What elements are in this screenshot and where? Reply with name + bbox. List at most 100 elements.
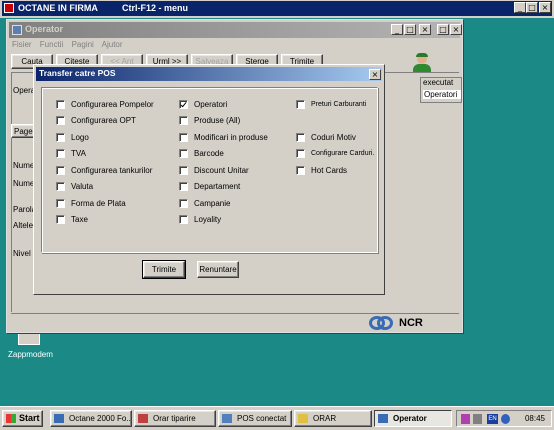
- send-button[interactable]: Trimite: [142, 260, 186, 279]
- checkbox-box[interactable]: [179, 149, 188, 158]
- checkbox-label: Taxe: [71, 215, 88, 224]
- operator-window-titlebar[interactable]: Operator _ □ × □ ×: [9, 22, 462, 38]
- checkbox-configurarea-pompelor[interactable]: Configurarea Pompelor: [56, 98, 154, 110]
- close-icon[interactable]: ×: [539, 2, 551, 13]
- outer-restore-icon[interactable]: □: [437, 24, 449, 35]
- checkbox-box[interactable]: [296, 132, 305, 142]
- network-icon[interactable]: [501, 414, 510, 424]
- checkbox-produse-all[interactable]: Produse (All): [179, 115, 240, 127]
- outer-close-icon[interactable]: ×: [450, 24, 462, 35]
- checkbox-box[interactable]: [179, 215, 188, 224]
- zappmodem-icon[interactable]: [18, 331, 40, 345]
- checkbox-label: Discount Unitar: [194, 165, 249, 175]
- menu-fisier[interactable]: Fisier: [12, 40, 32, 49]
- menu-bar: Fisier Functii Pagini Ajutor: [12, 40, 129, 52]
- checkbox-label: Campanie: [194, 198, 231, 208]
- checkbox-box[interactable]: [56, 99, 65, 109]
- menu-pagini[interactable]: Pagini: [72, 40, 94, 49]
- dialog-titlebar[interactable]: Transfer catre POS: [36, 67, 382, 81]
- checkbox-box[interactable]: [56, 215, 65, 224]
- app-icon: [222, 414, 232, 423]
- app-icon: [54, 414, 64, 423]
- task-orar-tiparire[interactable]: Orar tiparire: [134, 410, 216, 427]
- checkbox-group: Configurarea Pompelor Configurarea OPT Log…: [41, 87, 378, 253]
- side-label: Altele: [13, 221, 34, 230]
- side-label: Opera: [13, 86, 36, 95]
- checkbox-box[interactable]: [179, 198, 188, 208]
- minimize-icon[interactable]: _: [391, 24, 403, 35]
- dialog-title: Transfer catre POS: [39, 68, 116, 78]
- checkbox-loyality[interactable]: Loyality: [179, 214, 221, 226]
- checkbox-box[interactable]: [56, 116, 65, 125]
- cancel-button[interactable]: Renuntare: [197, 261, 239, 278]
- checkbox-departament[interactable]: Departament: [179, 181, 240, 193]
- checkbox-box[interactable]: [56, 149, 65, 158]
- background-window-titlebar[interactable]: OCTANE IN FIRMA Ctrl-F12 - menu _ □ ×: [2, 1, 552, 16]
- panel-item-operatori[interactable]: Operatori: [423, 90, 461, 99]
- tray-app-icon[interactable]: [461, 414, 470, 424]
- system-tray: EN 08:45: [456, 410, 552, 427]
- checkbox-box[interactable]: [179, 99, 188, 109]
- checkbox-box[interactable]: [296, 149, 305, 158]
- checkbox-label: Logo: [71, 132, 89, 142]
- checkbox-hot-cards[interactable]: Hot Cards: [296, 164, 347, 176]
- background-window-shortcut: Ctrl-F12 - menu: [122, 3, 189, 13]
- checkbox-discount-unitar[interactable]: Discount Unitar: [179, 164, 249, 176]
- task-operator[interactable]: Operator: [374, 410, 452, 427]
- close-icon[interactable]: ×: [419, 24, 431, 35]
- checkbox-box[interactable]: [56, 198, 65, 208]
- checkbox-tva[interactable]: TVA: [56, 148, 86, 160]
- checkbox-box[interactable]: [56, 182, 65, 191]
- operator-window-title: Operator: [25, 24, 64, 34]
- checkbox-box[interactable]: [296, 99, 305, 109]
- checkbox-taxe[interactable]: Taxe: [56, 214, 88, 226]
- checkbox-label: Configurarea Pompelor: [71, 99, 154, 109]
- ncr-logo: NCR: [369, 316, 449, 330]
- checkbox-label: Produse (All): [194, 116, 241, 125]
- volume-icon[interactable]: [473, 414, 482, 424]
- checkbox-box[interactable]: [56, 165, 65, 175]
- checkbox-configurarea-opt[interactable]: Configurarea OPT: [56, 115, 136, 127]
- app-icon: [378, 414, 388, 423]
- task-octane[interactable]: Octane 2000 Fo...: [50, 410, 132, 427]
- checkbox-configurarea-tankurilor[interactable]: Configurarea tankurilor: [56, 164, 152, 176]
- checkbox-box[interactable]: [179, 116, 188, 125]
- desktop-icon-label[interactable]: Zappmodem: [8, 350, 53, 359]
- checkbox-label: Modificari in produse: [194, 132, 268, 142]
- checkbox-logo[interactable]: Logo: [56, 131, 89, 143]
- clock[interactable]: 08:45: [525, 414, 545, 423]
- checkbox-barcode[interactable]: Barcode: [179, 148, 224, 160]
- checkbox-label: Departament: [194, 182, 241, 191]
- checkbox-box[interactable]: [179, 165, 188, 175]
- checkbox-label: Valuta: [71, 182, 94, 191]
- status-bar: NCR: [11, 313, 459, 331]
- checkbox-preturi-carburanti[interactable]: Preturi Carburanti: [296, 98, 366, 110]
- side-label: Nume: [13, 179, 35, 188]
- checkbox-valuta[interactable]: Valuta: [56, 181, 93, 193]
- checkbox-coduri-motiv[interactable]: Coduri Motiv: [296, 131, 356, 143]
- checkbox-campanie[interactable]: Campanie: [179, 197, 230, 209]
- checkbox-operatori[interactable]: Operatori: [179, 98, 227, 110]
- maximize-icon[interactable]: □: [526, 2, 538, 13]
- menu-functii[interactable]: Functii: [40, 40, 64, 49]
- checkbox-forma-de-plata[interactable]: Forma de Plata: [56, 197, 126, 209]
- maximize-icon[interactable]: □: [404, 24, 416, 35]
- checkbox-box[interactable]: [56, 132, 65, 142]
- checkbox-modificari-in-produse[interactable]: Modificari in produse: [179, 131, 268, 143]
- checkbox-box[interactable]: [179, 182, 188, 191]
- checkbox-box[interactable]: [296, 165, 305, 175]
- checkbox-box[interactable]: [179, 132, 188, 142]
- side-label: Nume: [13, 161, 35, 170]
- task-pos-conectat[interactable]: POS conectat: [218, 410, 292, 427]
- minimize-icon[interactable]: _: [514, 2, 526, 13]
- close-icon[interactable]: ×: [369, 69, 381, 80]
- windows-logo-icon: [6, 414, 16, 423]
- window-icon: [12, 25, 22, 35]
- app-icon: [138, 414, 148, 423]
- checkbox-label: Operatori: [194, 99, 228, 109]
- language-indicator[interactable]: EN: [487, 414, 498, 424]
- start-button[interactable]: Start: [2, 410, 43, 427]
- checkbox-configurare-carduri[interactable]: Configurare Carduri.: [296, 148, 374, 160]
- menu-ajutor[interactable]: Ajutor: [102, 40, 123, 49]
- task-orar[interactable]: ORAR: [294, 410, 372, 427]
